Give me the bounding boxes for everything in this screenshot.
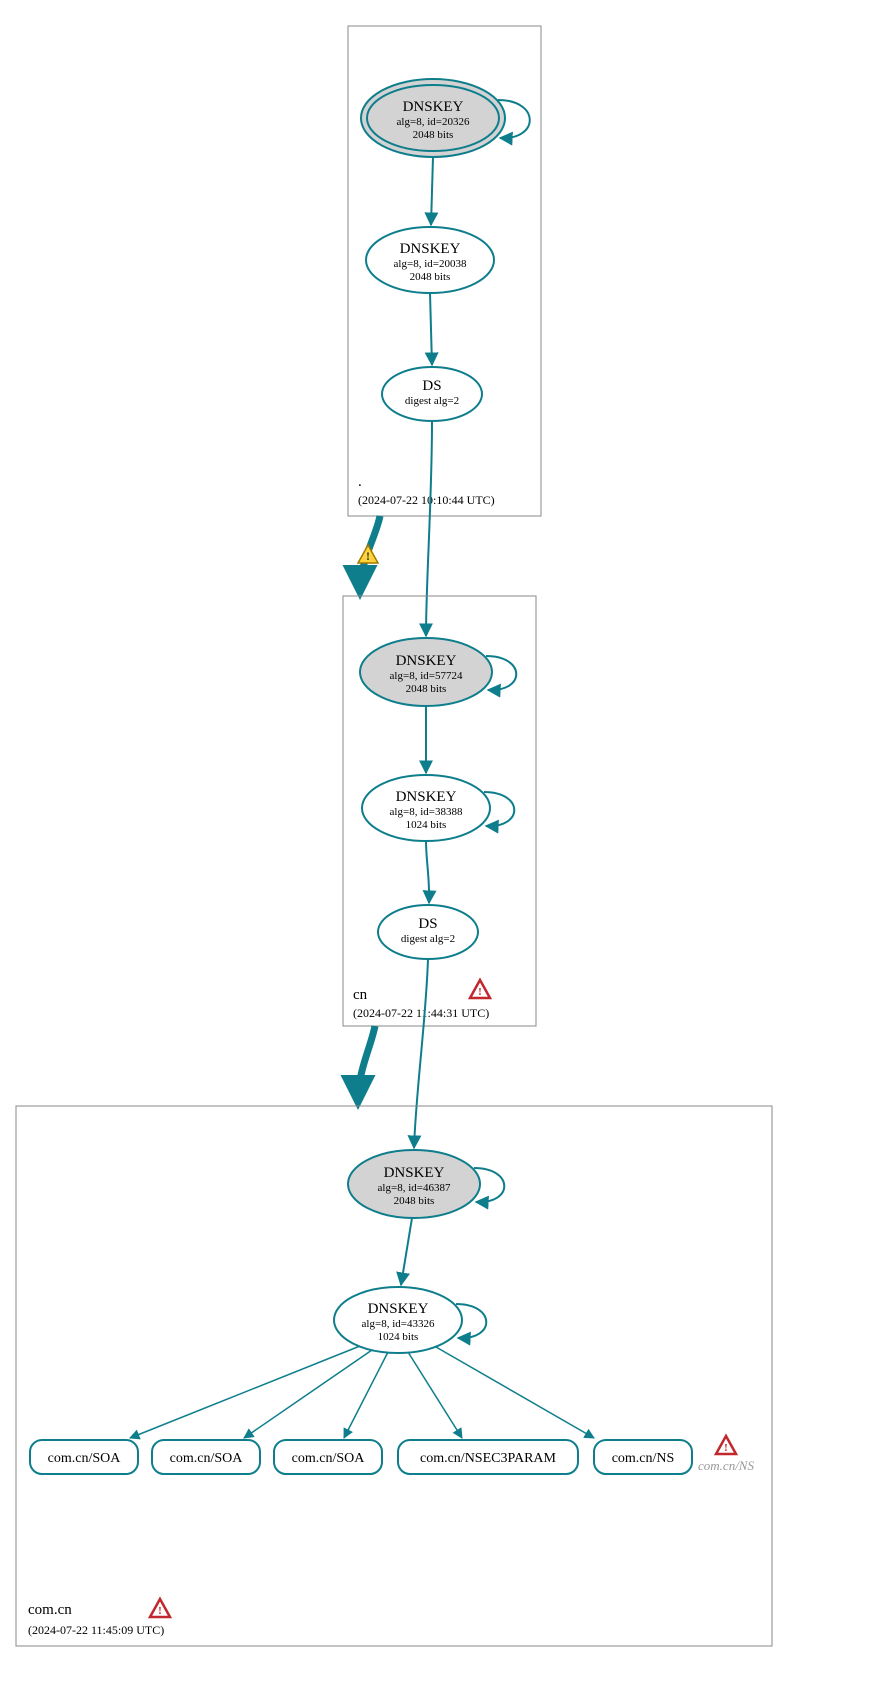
rr-soa3-label: com.cn/SOA	[292, 1451, 366, 1466]
cn-ds-title: DS	[418, 916, 437, 932]
dnssec-graph: . (2024-07-22 10:10:44 UTC) DNSKEY alg=8…	[0, 0, 869, 1698]
warning-icon: !	[358, 545, 378, 563]
zone-comcn-label: com.cn	[28, 1602, 72, 1618]
cn-ksk-alg: alg=8, id=57724	[390, 670, 463, 682]
cn-ksk-bits: 2048 bits	[406, 683, 447, 695]
zone-cn-timestamp: (2024-07-22 11:44:31 UTC)	[353, 1006, 489, 1020]
rr-nsec3-label: com.cn/NSEC3PARAM	[420, 1451, 557, 1466]
delegation-cn-to-comcn-edge	[358, 1026, 375, 1103]
svg-text:!: !	[366, 549, 370, 563]
ds-to-cn-ksk-edge	[426, 421, 432, 636]
root-ksk-node: DNSKEY alg=8, id=20326 2048 bits	[361, 79, 530, 157]
cn-zsk-node: DNSKEY alg=8, id=38388 1024 bits	[362, 775, 514, 841]
root-ds-title: DS	[422, 378, 441, 394]
zone-cn-label: cn	[353, 987, 368, 1003]
error-icon: !	[150, 1599, 170, 1617]
rr-soa3: com.cn/SOA	[274, 1440, 382, 1474]
comcn-ksk-node: DNSKEY alg=8, id=46387 2048 bits	[348, 1150, 504, 1218]
rr-soa2: com.cn/SOA	[152, 1440, 260, 1474]
comcn-zsk-title: DNSKEY	[368, 1301, 429, 1317]
comcn-ksk-bits: 2048 bits	[394, 1195, 435, 1207]
svg-text:!: !	[724, 1442, 728, 1454]
ds-to-comcn-ksk-edge	[414, 959, 428, 1148]
svg-text:!: !	[478, 986, 482, 998]
root-zsk-alg: alg=8, id=20038	[394, 258, 467, 270]
cn-ds-digest: digest alg=2	[401, 933, 455, 945]
rr-soa2-label: com.cn/SOA	[170, 1451, 244, 1466]
comcn-zsk-bits: 1024 bits	[378, 1331, 419, 1343]
root-ksk-bits: 2048 bits	[413, 129, 454, 141]
root-ds-node: DS digest alg=2	[382, 367, 482, 421]
zone-comcn-timestamp: (2024-07-22 11:45:09 UTC)	[28, 1623, 164, 1637]
rr-soa1-label: com.cn/SOA	[48, 1451, 122, 1466]
error-icon: !	[716, 1436, 736, 1454]
root-ksk-alg: alg=8, id=20326	[397, 116, 470, 128]
root-zsk-title: DNSKEY	[400, 241, 461, 257]
zone-root: . (2024-07-22 10:10:44 UTC) DNSKEY alg=8…	[348, 26, 541, 516]
comcn-ksk-title: DNSKEY	[384, 1165, 445, 1181]
ghost-ns-label: com.cn/NS	[698, 1458, 754, 1473]
cn-ds-node: DS digest alg=2	[378, 905, 478, 959]
cn-zsk-alg: alg=8, id=38388	[390, 806, 463, 818]
rr-ns-label: com.cn/NS	[612, 1451, 675, 1466]
root-ds-digest: digest alg=2	[405, 395, 459, 407]
cn-zsk-title: DNSKEY	[396, 789, 457, 805]
rr-nsec3param: com.cn/NSEC3PARAM	[398, 1440, 578, 1474]
svg-text:!: !	[158, 1605, 162, 1617]
rr-ns: com.cn/NS	[594, 1440, 692, 1474]
zone-root-timestamp: (2024-07-22 10:10:44 UTC)	[358, 493, 495, 507]
error-icon: !	[470, 980, 490, 998]
root-zsk-node: DNSKEY alg=8, id=20038 2048 bits	[366, 227, 494, 293]
comcn-ksk-alg: alg=8, id=46387	[378, 1182, 451, 1194]
zone-root-label: .	[358, 474, 362, 490]
root-ksk-title: DNSKEY	[403, 99, 464, 115]
comcn-zsk-alg: alg=8, id=43326	[362, 1318, 435, 1330]
zone-comcn: com.cn (2024-07-22 11:45:09 UTC) ! DNSKE…	[16, 1106, 772, 1646]
cn-ksk-title: DNSKEY	[396, 653, 457, 669]
cn-ksk-node: DNSKEY alg=8, id=57724 2048 bits	[360, 638, 516, 706]
comcn-zsk-node: DNSKEY alg=8, id=43326 1024 bits	[334, 1287, 486, 1353]
ghost-ns: ! com.cn/NS	[698, 1436, 754, 1473]
rr-soa1: com.cn/SOA	[30, 1440, 138, 1474]
root-zsk-bits: 2048 bits	[410, 271, 451, 283]
zone-cn: cn (2024-07-22 11:44:31 UTC) ! DNSKEY al…	[343, 596, 536, 1026]
cn-zsk-bits: 1024 bits	[406, 819, 447, 831]
